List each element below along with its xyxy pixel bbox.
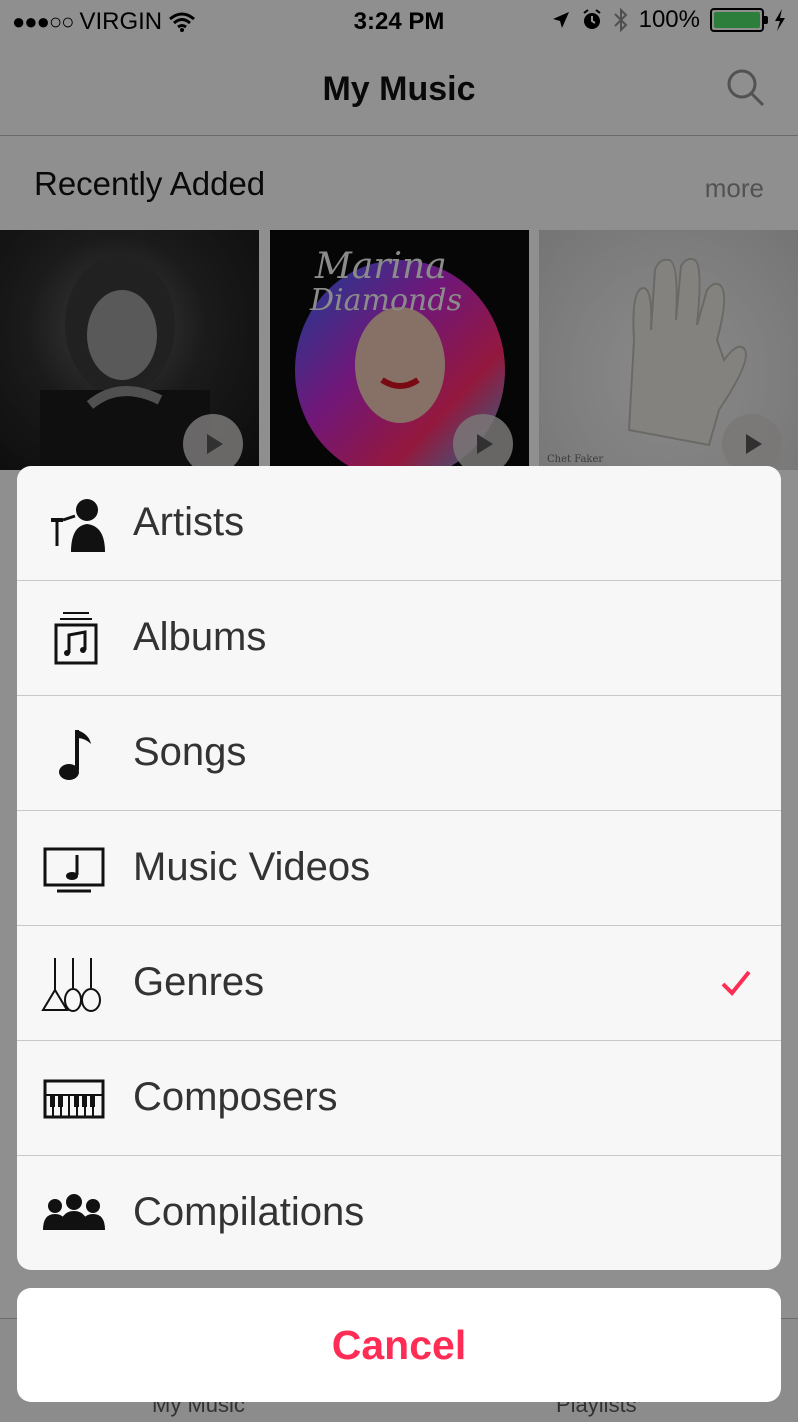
- artist-icon: [51, 499, 105, 552]
- sheet-item-songs[interactable]: Songs: [17, 696, 781, 811]
- piano-keyboard-icon: [43, 1079, 105, 1119]
- sheet-item-music-videos[interactable]: Music Videos: [17, 811, 781, 926]
- sheet-item-composers[interactable]: Composers: [17, 1041, 781, 1156]
- album-icon: [54, 612, 98, 665]
- genres-icon: [41, 958, 101, 1012]
- sheet-item-artists[interactable]: Artists: [17, 466, 781, 581]
- checkmark-icon: [721, 970, 751, 996]
- sheet-item-label: Songs: [133, 730, 247, 774]
- view-options-sheet: Artists Albums Songs Music Videos Genres…: [17, 466, 781, 1270]
- group-icon: [43, 1194, 105, 1230]
- sheet-item-compilations[interactable]: Compilations: [17, 1156, 781, 1270]
- sheet-item-label: Compilations: [133, 1190, 365, 1234]
- music-video-icon: [43, 847, 105, 893]
- sheet-item-genres[interactable]: Genres: [17, 926, 781, 1041]
- sheet-item-label: Composers: [133, 1075, 338, 1119]
- cancel-button[interactable]: Cancel: [17, 1288, 781, 1402]
- sheet-item-albums[interactable]: Albums: [17, 581, 781, 696]
- sheet-item-label: Genres: [133, 960, 265, 1004]
- sheet-item-label: Artists: [133, 500, 245, 544]
- sheet-item-label: Albums: [133, 615, 267, 659]
- music-note-icon: [59, 730, 91, 780]
- sheet-item-label: Music Videos: [133, 845, 371, 889]
